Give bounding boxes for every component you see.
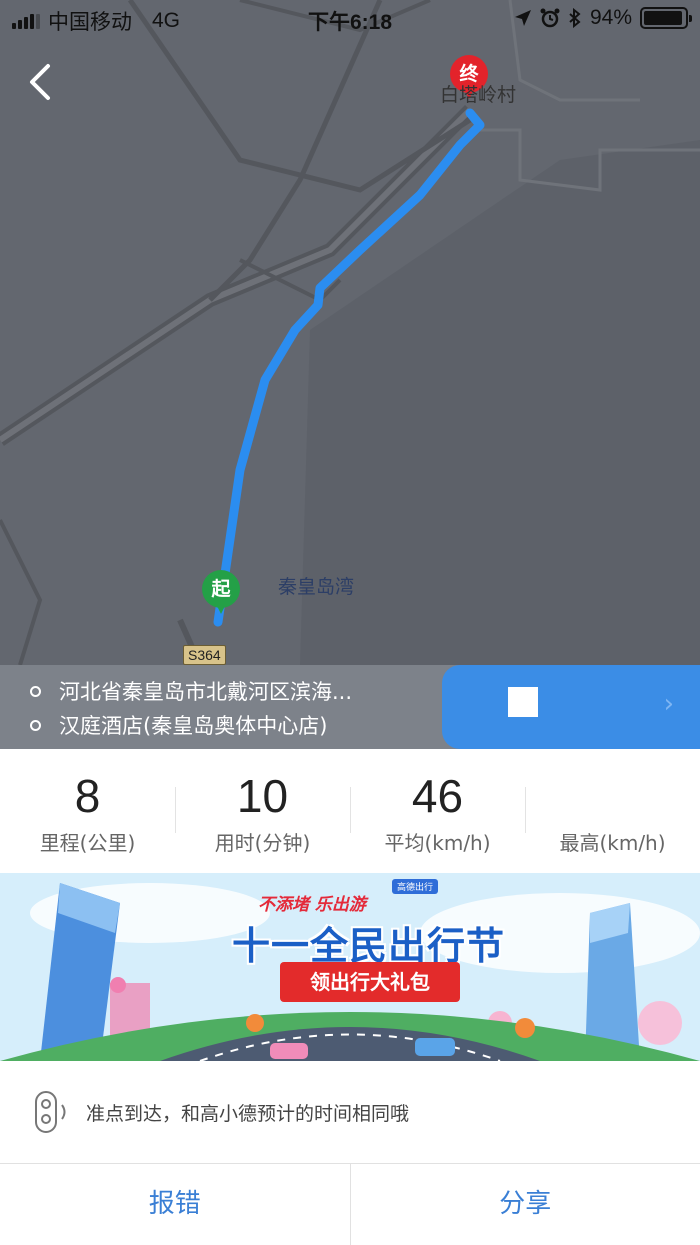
banner-tagline: 不添堵 乐出游 [258, 895, 366, 915]
alarm-icon [540, 8, 560, 28]
stat-duration: 10 用时(分钟) [175, 749, 350, 873]
start-pin[interactable]: 起 [202, 570, 246, 626]
destination-dot-icon [30, 719, 41, 731]
chevron-left-icon [30, 64, 50, 100]
banner-mini-badge: 高德出行 [392, 879, 439, 894]
stat-label: 最高(km/h) [559, 831, 666, 855]
stat-value [525, 769, 700, 823]
bluetooth-icon [569, 8, 581, 28]
road-number-badge: S364 [183, 645, 226, 665]
banner-ribbon: 领出行大礼包 [280, 962, 460, 1002]
battery-fill [644, 11, 682, 25]
share-button[interactable]: 分享 [349, 1164, 700, 1245]
trip-stats: 8 里程(公里) 10 用时(分钟) 46 平均(km/h) 最高(km/h) [0, 749, 700, 873]
battery-icon [640, 7, 692, 29]
report-error-button[interactable]: 报错 [0, 1164, 350, 1245]
battery-percent: 94% [589, 6, 632, 29]
stat-average-speed: 46 平均(km/h) [350, 749, 525, 873]
stat-label: 用时(分钟) [214, 831, 311, 855]
stop-square-icon [508, 687, 538, 717]
stat-distance: 8 里程(公里) [0, 749, 175, 873]
arrival-note: 准点到达，和高小德预计的时间相同哦 [0, 1061, 700, 1163]
location-arrow-icon [514, 10, 531, 26]
destination-text: 汉庭酒店(秦皇岛奥体中心店) [59, 714, 328, 738]
route-map[interactable]: 终 白塔岭村 起 秦皇岛湾 S364 中国移动 4G 下午6:18 94% [0, 0, 700, 665]
route-origin: 河北省秦皇岛市北戴河区滨海... [30, 676, 352, 706]
stat-value: 8 [74, 770, 101, 822]
route-detail-button[interactable]: › [442, 665, 700, 749]
map-roads [0, 0, 700, 665]
stat-value: 10 [236, 770, 289, 822]
origin-text: 河北省秦皇岛市北戴河区滨海... [59, 680, 353, 704]
stat-label: 里程(公里) [39, 831, 136, 855]
bottom-action-bar: 报错 分享 [0, 1163, 700, 1245]
start-pin-tail [213, 598, 229, 614]
bay-label: 秦皇岛湾 [278, 576, 355, 598]
stat-label: 平均(km/h) [384, 831, 491, 855]
voice-assistant-icon [35, 1091, 66, 1133]
route-destination: 汉庭酒店(秦皇岛奥体中心店) [30, 710, 327, 740]
status-bar: 中国移动 4G 下午6:18 94% [0, 0, 700, 40]
place-label: 白塔岭村 [440, 84, 517, 106]
origin-dot-icon [30, 685, 41, 697]
stat-max-speed: 最高(km/h) [525, 749, 700, 873]
chevron-right-icon: › [663, 689, 674, 719]
arrival-note-text: 准点到达，和高小德预计的时间相同哦 [86, 1103, 410, 1125]
back-button[interactable] [18, 58, 62, 106]
stat-value: 46 [411, 770, 464, 822]
